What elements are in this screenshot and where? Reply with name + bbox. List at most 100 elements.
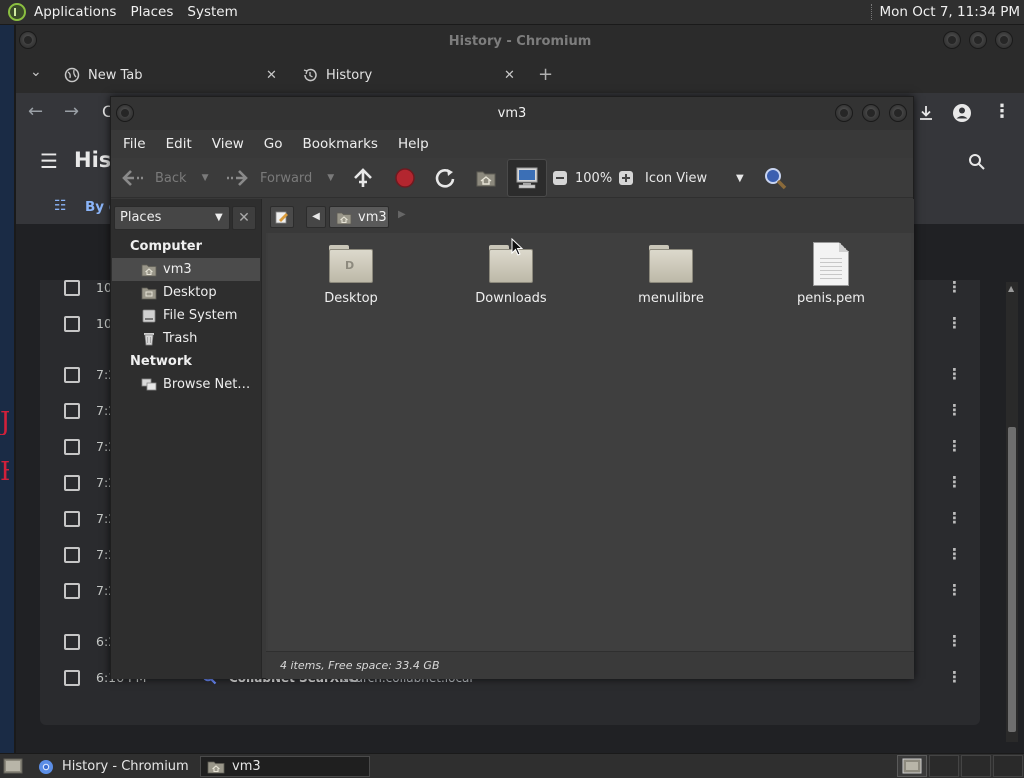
menu-view[interactable]: View <box>202 136 254 152</box>
chromium-titlebar[interactable]: History - Chromium <box>16 25 1024 57</box>
file-grid[interactable]: D Desktop Downloads menulibre penis.pem <box>268 233 911 651</box>
clock[interactable]: Mon Oct 7, 11:34 PM <box>879 4 1020 20</box>
row-menu-icon[interactable]: ⋮ <box>947 401 962 419</box>
places-sidebar: Places ▼ ✕ Computer vm3 Desktop File Sys… <box>111 199 262 679</box>
page-scrollbar[interactable]: ▲ <box>1006 282 1018 742</box>
row-menu-icon[interactable]: ⋮ <box>947 668 962 686</box>
workspace-2[interactable] <box>929 755 959 777</box>
close-icon[interactable] <box>889 104 907 122</box>
row-checkbox[interactable] <box>64 475 80 491</box>
show-desktop-icon[interactable] <box>3 757 23 775</box>
search-icon[interactable] <box>762 165 788 191</box>
forward-history-dropdown-icon[interactable]: ▼ <box>327 173 334 183</box>
scroll-up-icon[interactable]: ▲ <box>1008 284 1014 293</box>
stop-icon[interactable] <box>394 167 416 189</box>
row-menu-icon[interactable]: ⋮ <box>947 509 962 527</box>
workspace-switcher[interactable] <box>897 755 927 777</box>
file-item-pem[interactable]: penis.pem <box>771 242 891 306</box>
sidebar-item-trash[interactable]: Trash <box>112 327 260 350</box>
places-menu[interactable]: Places <box>123 4 180 20</box>
search-icon[interactable] <box>968 153 986 171</box>
forward-button[interactable]: Forward ▼ <box>225 158 334 198</box>
tab-history[interactable]: History ✕ <box>300 57 522 93</box>
status-bar: 4 items, Free space: 33.4 GB <box>266 651 914 679</box>
row-menu-icon[interactable]: ⋮ <box>947 581 962 599</box>
back-history-dropdown-icon[interactable]: ▼ <box>202 173 209 183</box>
row-checkbox[interactable] <box>64 511 80 527</box>
menu-help[interactable]: Help <box>388 136 439 152</box>
up-arrow-icon[interactable] <box>352 167 374 189</box>
row-checkbox[interactable] <box>64 316 80 332</box>
sidebar-item-browse-network[interactable]: Browse Net… <box>112 373 260 396</box>
forward-arrow-icon[interactable]: → <box>64 101 79 122</box>
file-item-desktop[interactable]: D Desktop <box>291 245 411 306</box>
row-checkbox[interactable] <box>64 280 80 296</box>
sidebar-type-select[interactable]: Places ▼ <box>114 206 230 230</box>
scroll-thumb[interactable] <box>1008 427 1016 732</box>
sidebar-item-file-system[interactable]: File System <box>112 304 260 327</box>
applications-menu[interactable]: Applications <box>27 4 123 20</box>
desktop-mark: H <box>0 459 9 485</box>
window-menu-icon[interactable] <box>116 104 134 122</box>
file-manager-titlebar[interactable]: vm3 <box>111 97 913 130</box>
hamburger-menu-icon[interactable]: ☰ <box>40 149 58 173</box>
row-checkbox[interactable] <box>64 403 80 419</box>
row-checkbox[interactable] <box>64 583 80 599</box>
taskbar-item-chromium[interactable]: History - Chromium <box>32 756 198 777</box>
close-sidebar-icon[interactable]: ✕ <box>232 206 256 230</box>
minimize-icon[interactable] <box>835 104 853 122</box>
location-toggle-button[interactable] <box>270 206 294 228</box>
desktop-mark: J <box>0 409 9 435</box>
path-button-vm3[interactable]: vm3 <box>329 206 389 228</box>
file-item-menulibre[interactable]: menulibre <box>611 245 731 306</box>
menu-edit[interactable]: Edit <box>156 136 202 152</box>
row-menu-icon[interactable]: ⋮ <box>947 365 962 383</box>
taskbar-item-vm3[interactable]: vm3 <box>200 756 370 777</box>
workspace-3[interactable] <box>961 755 991 777</box>
zoom-in-icon[interactable] <box>618 170 634 186</box>
row-checkbox[interactable] <box>64 439 80 455</box>
back-button[interactable]: Back ▼ <box>121 158 208 198</box>
close-icon[interactable] <box>995 31 1013 49</box>
row-checkbox[interactable] <box>64 547 80 563</box>
kebab-menu-icon[interactable]: ⋮ <box>993 101 1011 122</box>
tab-close-icon[interactable]: ✕ <box>504 68 515 83</box>
row-menu-icon[interactable]: ⋮ <box>947 278 962 296</box>
row-checkbox[interactable] <box>64 634 80 650</box>
chromium-window-title: History - Chromium <box>448 33 592 49</box>
view-mode-select[interactable]: Icon View ▼ <box>645 158 749 198</box>
row-menu-icon[interactable]: ⋮ <box>947 545 962 563</box>
maximize-icon[interactable] <box>862 104 880 122</box>
system-menu[interactable]: System <box>180 4 244 20</box>
workspace-4[interactable] <box>993 755 1023 777</box>
home-folder-icon[interactable] <box>475 168 497 188</box>
row-menu-icon[interactable]: ⋮ <box>947 437 962 455</box>
tab-search-chevron-icon[interactable]: ⌄ <box>30 64 42 80</box>
path-scroll-left-icon[interactable]: ◀ <box>306 206 326 228</box>
tab-close-icon[interactable]: ✕ <box>266 68 277 83</box>
menu-bookmarks[interactable]: Bookmarks <box>293 136 388 152</box>
download-icon[interactable] <box>917 104 935 122</box>
row-menu-icon[interactable]: ⋮ <box>947 473 962 491</box>
home-folder-icon <box>141 264 157 276</box>
computer-button[interactable] <box>507 159 547 197</box>
window-menu-icon[interactable] <box>19 31 37 49</box>
profile-avatar-icon[interactable] <box>952 103 972 123</box>
path-scroll-right-icon[interactable]: ▶ <box>398 209 406 220</box>
menu-file[interactable]: File <box>113 136 156 152</box>
row-menu-icon[interactable]: ⋮ <box>947 314 962 332</box>
menu-go[interactable]: Go <box>254 136 293 152</box>
back-arrow-icon[interactable]: ← <box>28 101 43 122</box>
reload-icon[interactable] <box>434 167 456 189</box>
tab-new-tab[interactable]: New Tab ✕ <box>62 57 284 93</box>
minimize-icon[interactable] <box>943 31 961 49</box>
row-menu-icon[interactable]: ⋮ <box>947 632 962 650</box>
mate-logo-icon[interactable] <box>8 3 26 21</box>
sidebar-item-desktop[interactable]: Desktop <box>112 281 260 304</box>
row-checkbox[interactable] <box>64 670 80 686</box>
maximize-icon[interactable] <box>969 31 987 49</box>
zoom-out-icon[interactable] <box>552 170 568 186</box>
new-tab-icon[interactable]: + <box>538 64 553 85</box>
row-checkbox[interactable] <box>64 367 80 383</box>
sidebar-item-vm3[interactable]: vm3 <box>112 258 260 281</box>
